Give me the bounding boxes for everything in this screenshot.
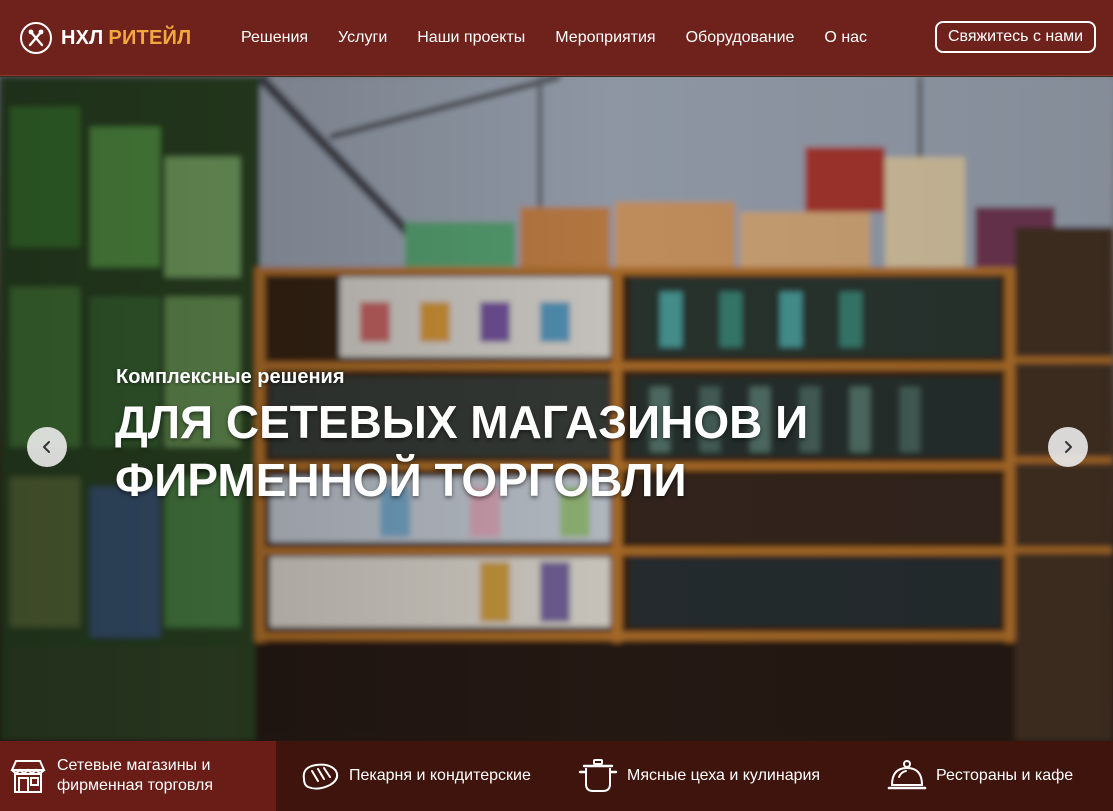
brand-logo[interactable]: НХЛ РИТЕЙЛ — [20, 22, 191, 54]
brand-word-1: НХЛ — [61, 26, 104, 49]
slider-prev-button[interactable] — [27, 427, 67, 467]
bread-icon — [300, 756, 340, 796]
category-retail-chains-label: Сетевые магазины и фирменная торговля — [57, 757, 214, 794]
storefront-icon — [8, 756, 48, 796]
hero-title-line-2: ФИРМЕННОЙ ТОРГОВЛИ — [115, 454, 687, 506]
site-header: НХЛ РИТЕЙЛ Решения Услуги Наши проекты Ме… — [0, 0, 1113, 76]
hero-title: ДЛЯ СЕТЕВЫХ МАГАЗИНОВ И ФИРМЕННОЙ ТОРГОВ… — [115, 393, 875, 509]
main-nav: Решения Услуги Наши проекты Мероприятия … — [241, 0, 897, 76]
chevron-left-icon — [43, 441, 50, 453]
category-meat-culinary-label: Мясные цеха и кулинария — [627, 767, 821, 784]
category-meat-culinary[interactable]: Мясные цеха и кулинария — [578, 741, 820, 811]
brand-name: НХЛ РИТЕЙЛ — [61, 27, 191, 50]
slider-next-button[interactable] — [1048, 427, 1088, 467]
nav-item-services[interactable]: Услуги — [338, 29, 387, 47]
category-bar: Сетевые магазины и фирменная торговля Пе… — [0, 741, 1113, 811]
category-retail-chains[interactable]: Сетевые магазины и фирменная торговля — [0, 741, 276, 811]
brand-word-2: РИТЕЙЛ — [108, 26, 192, 49]
nav-item-projects[interactable]: Наши проекты — [417, 29, 525, 47]
cutlery-icon — [20, 22, 52, 54]
category-restaurants[interactable]: Рестораны и кафе — [887, 741, 1073, 811]
contact-us-button[interactable]: Свяжитесь с нами — [935, 21, 1096, 53]
category-bakery-label: Пекарня и кондитерские — [349, 767, 531, 784]
hero-title-line-1: ДЛЯ СЕТЕВЫХ МАГАЗИНОВ И — [115, 396, 809, 448]
nav-item-solutions[interactable]: Решения — [241, 29, 308, 47]
chevron-right-icon — [1065, 441, 1072, 453]
pot-icon — [578, 756, 618, 796]
nav-item-equipment[interactable]: Оборудование — [686, 29, 795, 47]
category-restaurants-label: Рестораны и кафе — [936, 767, 1074, 784]
category-bakery[interactable]: Пекарня и кондитерские — [300, 741, 531, 811]
cloche-icon — [887, 756, 927, 796]
hero-subtitle: Комплексные решения — [116, 366, 345, 388]
hero-slider: Комплексные решения ДЛЯ СЕТЕВЫХ МАГАЗИНО… — [0, 77, 1113, 741]
nav-item-about[interactable]: О нас — [824, 29, 867, 47]
nav-item-events[interactable]: Мероприятия — [555, 29, 655, 47]
